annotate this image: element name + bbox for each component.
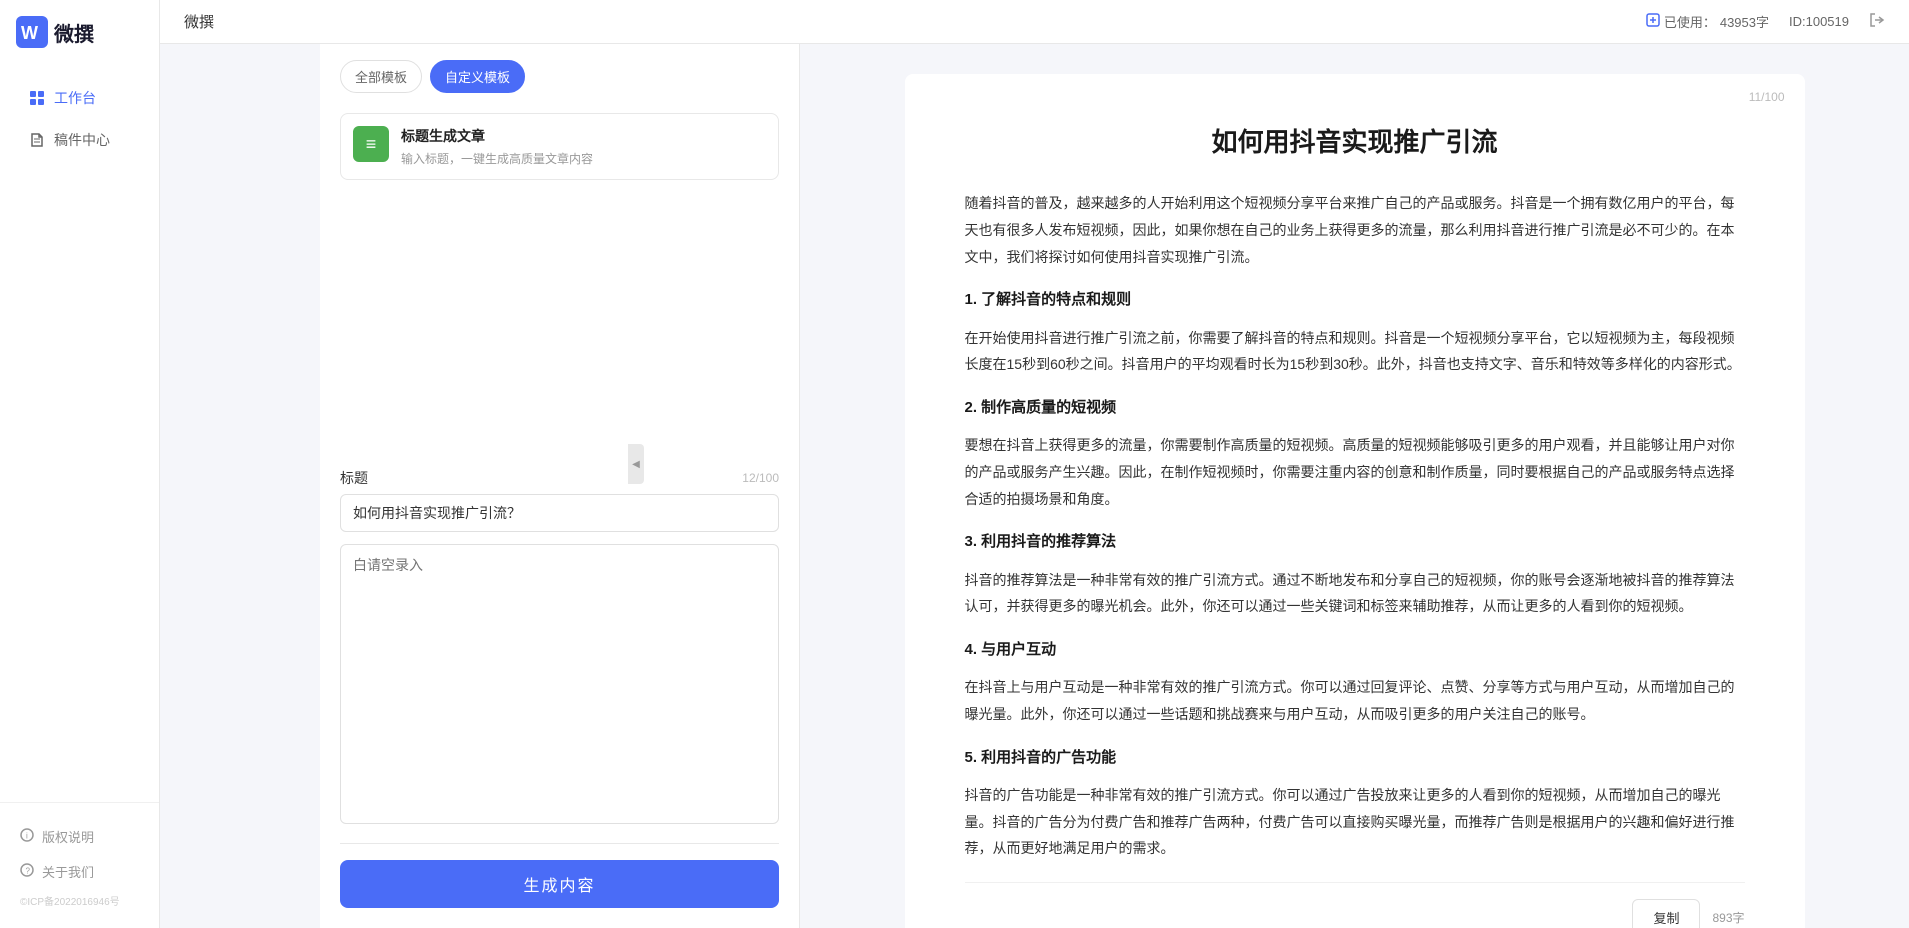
template-name: 标题生成文章 [401,126,593,146]
page-number: 11/100 [1749,90,1785,104]
article-container: 11/100 如何用抖音实现推广引流 随着抖音的普及，越来越多的人开始利用这个短… [905,74,1805,928]
usage-icon [1646,13,1660,30]
article-title: 如何用抖音实现推广引流 [965,124,1745,160]
sidebar-item-drafts[interactable]: 稿件中心 [8,120,151,160]
article-footer: 复制 893字 [965,882,1745,928]
article-para-1: 在开始使用抖音进行推广引流之前，你需要了解抖音的特点和规则。抖音是一个短视频分享… [965,325,1745,378]
info-icon: i [20,828,34,845]
sidebar-footer: i 版权说明 ? 关于我们 ©ICP备2022016946号 [0,802,159,928]
template-card[interactable]: ≡ 标题生成文章 输入标题，一键生成高质量文章内容 [340,113,779,180]
article-heading-1: 1. 了解抖音的特点和规则 [965,286,1745,315]
tab-all-templates[interactable]: 全部模板 [340,60,422,93]
usage-display: 已使用： 43953字 [1646,12,1769,31]
grid-icon [28,89,46,107]
article-heading-3: 3. 利用抖音的推荐算法 [965,528,1745,557]
form-area: 标题 12/100 [320,456,799,827]
template-icon: ≡ [353,126,389,162]
article-para-4: 在抖音上与用户互动是一种非常有效的推广引流方式。你可以通过回复评论、点赞、分享等… [965,674,1745,727]
logo-icon: W [16,16,48,48]
word-count: 893字 [1712,909,1744,926]
sidebar-item-about[interactable]: ? 关于我们 [0,854,159,889]
panel-tabs: 全部模板 自定义模板 [320,44,799,105]
article-intro: 随着抖音的普及，越来越多的人开始利用这个短视频分享平台来推广自己的产品或服务。抖… [965,190,1745,270]
usage-count: 43953字 [1720,12,1769,31]
title-count: 12/100 [742,471,779,485]
generate-btn-wrap: 生成内容 [320,844,799,928]
sidebar-item-workbench[interactable]: 工作台 [8,78,151,118]
content-textarea[interactable] [340,544,779,824]
sidebar-logo: W 微撰 [0,0,159,68]
app-name: 微撰 [54,18,94,47]
left-panel: 全部模板 自定义模板 ≡ 标题生成文章 输入标题，一键生成高质量文章内容 标题 … [320,44,800,928]
generate-button[interactable]: 生成内容 [340,860,779,908]
topbar: 微撰 已使用： 43953字 ID:100519 [160,0,1909,44]
article-heading-4: 4. 与用户互动 [965,636,1745,665]
article-body: 随着抖音的普及，越来越多的人开始利用这个短视频分享平台来推广自己的产品或服务。抖… [965,190,1745,861]
title-input[interactable] [340,494,779,532]
doc-icon: ≡ [366,134,377,155]
svg-text:?: ? [26,867,31,876]
usage-label: 已使用： [1664,12,1716,31]
sidebar-item-label: 工作台 [54,88,96,108]
svg-text:W: W [21,23,38,43]
sidebar-nav: 工作台 稿件中心 [0,68,159,802]
sidebar: W 微撰 工作台 [0,0,160,928]
help-icon: ? [20,863,34,880]
form-label-row: 标题 12/100 [340,468,779,488]
user-id: ID:100519 [1789,14,1849,29]
topbar-title: 微撰 [184,11,214,32]
template-desc: 输入标题，一键生成高质量文章内容 [401,150,593,167]
svg-text:i: i [26,832,28,841]
sidebar-item-copyright[interactable]: i 版权说明 [0,819,159,854]
sidebar-item-label: 稿件中心 [54,130,110,150]
right-panel: 11/100 如何用抖音实现推广引流 随着抖音的普及，越来越多的人开始利用这个短… [800,44,1909,928]
copyright-label: 版权说明 [42,827,94,846]
article-heading-2: 2. 制作高质量的短视频 [965,394,1745,423]
article-heading-5: 5. 利用抖音的广告功能 [965,744,1745,773]
topbar-right: 已使用： 43953字 ID:100519 [1646,12,1885,31]
about-label: 关于我们 [42,862,94,881]
logout-button[interactable] [1869,12,1885,31]
tab-custom-templates[interactable]: 自定义模板 [430,60,525,93]
icp-text: ©ICP备2022016946号 [0,889,159,912]
collapse-toggle[interactable]: ◀ [628,444,644,484]
main-content: 全部模板 自定义模板 ≡ 标题生成文章 输入标题，一键生成高质量文章内容 标题 … [320,44,1909,928]
file-icon [28,131,46,149]
article-para-2: 要想在抖音上获得更多的流量，你需要制作高质量的短视频。高质量的短视频能够吸引更多… [965,432,1745,512]
article-para-5: 抖音的广告功能是一种非常有效的推广引流方式。你可以通过广告投放来让更多的人看到你… [965,782,1745,862]
copy-button[interactable]: 复制 [1632,899,1700,928]
title-label: 标题 [340,468,368,488]
template-info: 标题生成文章 输入标题，一键生成高质量文章内容 [401,126,593,167]
article-para-3: 抖音的推荐算法是一种非常有效的推广引流方式。通过不断地发布和分享自己的短视频，你… [965,567,1745,620]
template-list: ≡ 标题生成文章 输入标题，一键生成高质量文章内容 [320,105,799,456]
